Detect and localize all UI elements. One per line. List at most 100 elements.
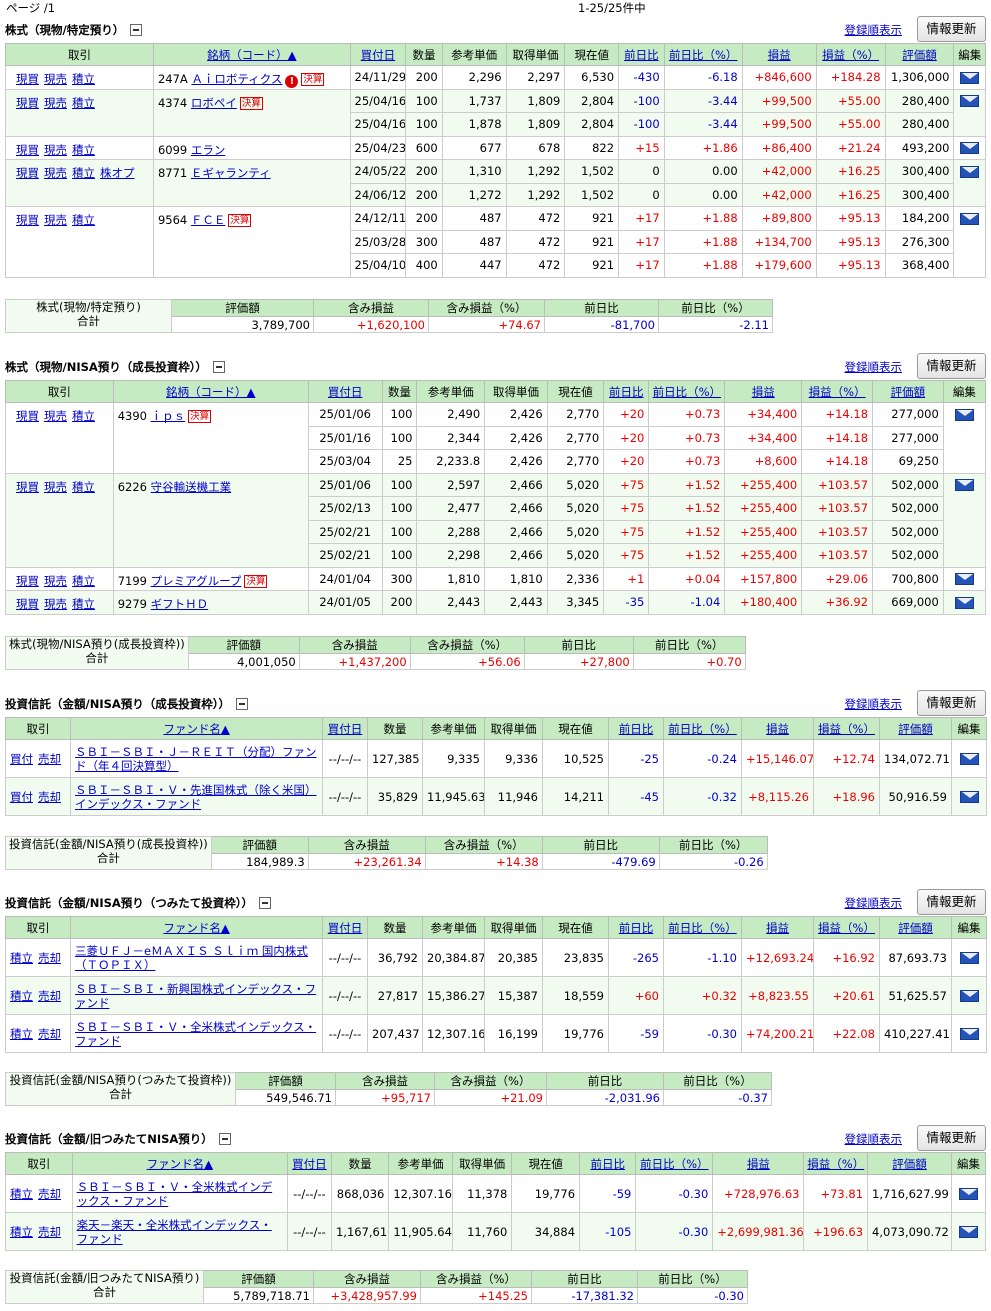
- column-header[interactable]: 前日比: [579, 1152, 637, 1175]
- trade-action-link[interactable]: 積立: [72, 409, 95, 423]
- column-header-label[interactable]: 評価額: [892, 1157, 927, 1171]
- security-name-link[interactable]: ＦＣＥ: [191, 213, 226, 227]
- column-header-label[interactable]: 損益（%）: [807, 1157, 864, 1171]
- collapse-toggle-icon[interactable]: [259, 897, 272, 909]
- column-header[interactable]: 前日比（%）: [663, 916, 742, 939]
- trade-action-link[interactable]: 買付: [10, 790, 33, 804]
- column-header-label[interactable]: 前日比: [619, 921, 654, 935]
- mail-icon[interactable]: [960, 71, 980, 84]
- column-header-label[interactable]: 買付日: [328, 722, 363, 736]
- mail-icon[interactable]: [959, 791, 979, 803]
- trade-action-link[interactable]: 現買: [16, 597, 39, 611]
- column-header[interactable]: 前日比（%）: [663, 43, 743, 66]
- refresh-button[interactable]: 情報更新: [917, 690, 986, 716]
- column-header-label[interactable]: ファンド名▲: [147, 1157, 213, 1171]
- registration-order-link[interactable]: 登録順表示: [845, 1131, 903, 1147]
- fund-name-link[interactable]: ＳＢＩ－ＳＢＩ・Ｖ・先進国株式（除く米国）インデックス・ファンド: [75, 783, 317, 811]
- refresh-button[interactable]: 情報更新: [917, 16, 986, 42]
- trade-action-link[interactable]: 積立: [10, 1027, 33, 1041]
- fund-name-link[interactable]: ＳＢＩ－ＳＢＩ・Ｖ・全米株式インデックス・ファンド: [75, 1020, 316, 1048]
- trade-action-link[interactable]: 売却: [38, 790, 61, 804]
- column-header-label[interactable]: 評価額: [891, 385, 926, 399]
- collapse-toggle-icon[interactable]: [236, 698, 249, 710]
- trade-action-link[interactable]: 買付: [10, 752, 33, 766]
- column-header-label[interactable]: 前日比: [624, 48, 659, 62]
- security-name-link[interactable]: プレミアグループ: [151, 574, 242, 588]
- column-header-label[interactable]: 前日比: [590, 1157, 625, 1171]
- mail-icon[interactable]: [954, 573, 974, 585]
- column-header-label[interactable]: 銘柄（コード）▲: [207, 48, 296, 62]
- earnings-badge[interactable]: 決算: [188, 410, 212, 423]
- column-header[interactable]: 買付日: [286, 1152, 332, 1175]
- security-name-link[interactable]: ギフトＨＤ: [151, 597, 209, 611]
- registration-order-link[interactable]: 登録順表示: [845, 696, 903, 712]
- trade-action-link[interactable]: 現買: [16, 166, 39, 180]
- column-header[interactable]: 前日比（%）: [635, 1152, 714, 1175]
- column-header-label[interactable]: 前日比（%）: [668, 921, 736, 935]
- refresh-button[interactable]: 情報更新: [917, 353, 986, 379]
- security-name-link[interactable]: エラン: [191, 143, 226, 157]
- trade-action-link[interactable]: 現売: [44, 166, 67, 180]
- column-header[interactable]: 損益（%）: [801, 380, 874, 403]
- column-header-label[interactable]: ファンド名▲: [163, 921, 229, 935]
- trade-action-link[interactable]: 積立: [72, 213, 95, 227]
- fund-name-link[interactable]: 三菱ＵＦＪ－eＭＡＸＩＳ Ｓｌｉｍ 国内株式（ＴＯＰＩＸ）: [75, 944, 308, 972]
- column-header[interactable]: 損益: [712, 1152, 805, 1175]
- column-header-label[interactable]: 前日比（%）: [640, 1157, 708, 1171]
- trade-action-link[interactable]: 積立: [72, 574, 95, 588]
- mail-icon[interactable]: [959, 1226, 979, 1238]
- column-header[interactable]: 前日比: [618, 43, 665, 66]
- registration-order-link[interactable]: 登録順表示: [845, 22, 903, 38]
- column-header[interactable]: 買付日: [322, 916, 368, 939]
- fund-name-link[interactable]: ＳＢＩ－ＳＢＩ・Ｖ・全米株式インデックス・ファンド: [77, 1180, 273, 1208]
- trade-action-link[interactable]: 積立: [10, 1187, 33, 1201]
- mail-icon[interactable]: [959, 1188, 979, 1200]
- trade-action-link[interactable]: 現買: [16, 143, 39, 157]
- column-header-label[interactable]: 前日比: [619, 722, 654, 736]
- fund-name-link[interactable]: 楽天－楽天・全米株式インデックス・ファンド: [77, 1218, 272, 1246]
- column-header[interactable]: 銘柄（コード）▲: [152, 43, 351, 66]
- mail-icon[interactable]: [960, 212, 980, 225]
- trade-action-link[interactable]: 現買: [16, 72, 39, 86]
- column-header[interactable]: 損益（%）: [815, 43, 886, 66]
- column-header[interactable]: 評価額: [879, 717, 952, 740]
- trade-action-link[interactable]: 積立: [10, 951, 33, 965]
- mail-icon[interactable]: [959, 952, 979, 964]
- security-name-link[interactable]: ロボペイ: [191, 96, 237, 110]
- trade-action-link[interactable]: 現売: [44, 480, 67, 494]
- mail-icon[interactable]: [960, 165, 980, 178]
- fund-name-link[interactable]: ＳＢＩ－ＳＢＩ・Ｊ－ＲＥＩＴ（分配）ファンド（年４回決算型）: [75, 745, 317, 773]
- trade-action-link[interactable]: 売却: [38, 1027, 61, 1041]
- column-header[interactable]: 買付日: [322, 717, 368, 740]
- mail-icon[interactable]: [960, 142, 980, 154]
- trade-action-link[interactable]: 積立: [10, 1225, 33, 1239]
- column-header[interactable]: 損益（%）: [813, 916, 880, 939]
- trade-action-link[interactable]: 現買: [16, 409, 39, 423]
- trade-action-link[interactable]: 現買: [16, 96, 39, 110]
- column-header[interactable]: 損益（%）: [803, 1152, 869, 1175]
- security-name-link[interactable]: Ｅギャランティ: [191, 166, 271, 180]
- trade-action-link[interactable]: 積立: [72, 143, 95, 157]
- trade-action-link[interactable]: 積立: [72, 72, 95, 86]
- column-header[interactable]: 損益（%）: [813, 717, 880, 740]
- column-header[interactable]: 損益: [724, 380, 803, 403]
- registration-order-link[interactable]: 登録順表示: [845, 359, 903, 375]
- column-header[interactable]: 損益: [741, 43, 817, 66]
- column-header[interactable]: 買付日: [349, 43, 407, 66]
- column-header[interactable]: 前日比: [608, 916, 664, 939]
- trade-action-link[interactable]: 積立: [72, 597, 95, 611]
- alert-icon[interactable]: !: [285, 75, 299, 88]
- column-header[interactable]: 損益: [741, 916, 814, 939]
- refresh-button[interactable]: 情報更新: [917, 1125, 986, 1151]
- column-header[interactable]: ファンド名▲: [71, 1152, 288, 1175]
- column-header-label[interactable]: 損益: [766, 921, 789, 935]
- column-header-label[interactable]: 前日比（%）: [653, 385, 721, 399]
- mail-icon[interactable]: [954, 408, 974, 421]
- column-header-label[interactable]: 前日比（%）: [668, 722, 736, 736]
- registration-order-link[interactable]: 登録順表示: [845, 895, 903, 911]
- column-header[interactable]: 評価額: [872, 380, 944, 403]
- mail-icon[interactable]: [959, 990, 979, 1002]
- column-header[interactable]: 損益: [741, 717, 814, 740]
- trade-action-link[interactable]: 現売: [44, 213, 67, 227]
- security-name-link[interactable]: ｉｐｓ: [151, 409, 186, 423]
